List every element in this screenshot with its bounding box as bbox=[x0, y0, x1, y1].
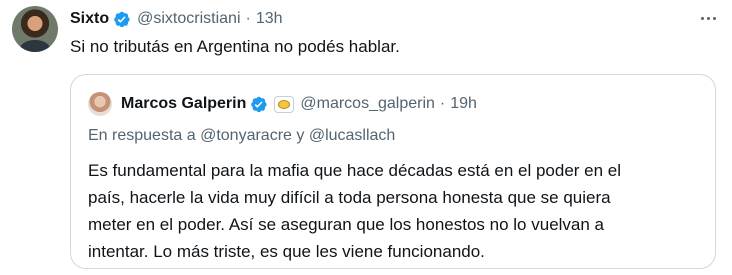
quoted-header: Marcos Galperin @marcos_galperin · 19h bbox=[121, 92, 477, 116]
separator-dot: · bbox=[245, 10, 251, 27]
quoted-text-line: meter en el poder. Así se aseguran que l… bbox=[88, 215, 605, 234]
quoted-text-line: país, hacerle la vida muy difícil a toda… bbox=[88, 188, 611, 207]
tweet[interactable]: Sixto @sixtocristiani · 13h Si no tribut… bbox=[0, 0, 732, 275]
quoted-text: Es fundamental para la mafia que hace dé… bbox=[88, 157, 708, 265]
reply-mention[interactable]: @tonyaracre bbox=[200, 127, 292, 144]
more-options-icon[interactable] bbox=[698, 8, 718, 28]
separator-dot: · bbox=[439, 95, 446, 112]
quoted-author-name[interactable]: Marcos Galperin bbox=[121, 95, 246, 113]
verified-badge-icon[interactable] bbox=[249, 95, 268, 114]
tweet-text: Si no tributás en Argentina no podés hab… bbox=[70, 37, 400, 56]
quoted-avatar[interactable] bbox=[88, 92, 112, 116]
avatar[interactable] bbox=[12, 6, 58, 52]
reply-mention[interactable]: @lucasllach bbox=[309, 127, 396, 144]
quoted-timestamp[interactable]: 19h bbox=[450, 95, 477, 113]
reply-context: En respuesta a @tonyaracre y @lucasllach bbox=[88, 127, 395, 145]
quoted-text-line: intentar. Lo más triste, es que les vien… bbox=[88, 242, 485, 261]
author-name[interactable]: Sixto bbox=[70, 10, 109, 28]
quoted-text-line: Es fundamental para la mafia que hace dé… bbox=[88, 161, 622, 180]
reply-prefix: En respuesta a bbox=[88, 127, 196, 144]
quoted-author-handle[interactable]: @marcos_galperin bbox=[300, 95, 435, 113]
affiliate-badge-icon[interactable] bbox=[274, 95, 295, 113]
reply-conjunction: y bbox=[296, 127, 305, 144]
quoted-tweet[interactable]: Marcos Galperin @marcos_galperin · 19h E… bbox=[70, 74, 716, 269]
author-handle[interactable]: @sixtocristiani bbox=[137, 10, 240, 28]
tweet-header: Sixto @sixtocristiani · 13h bbox=[70, 8, 283, 30]
timestamp[interactable]: 13h bbox=[256, 10, 283, 28]
verified-badge-icon[interactable] bbox=[112, 10, 131, 29]
